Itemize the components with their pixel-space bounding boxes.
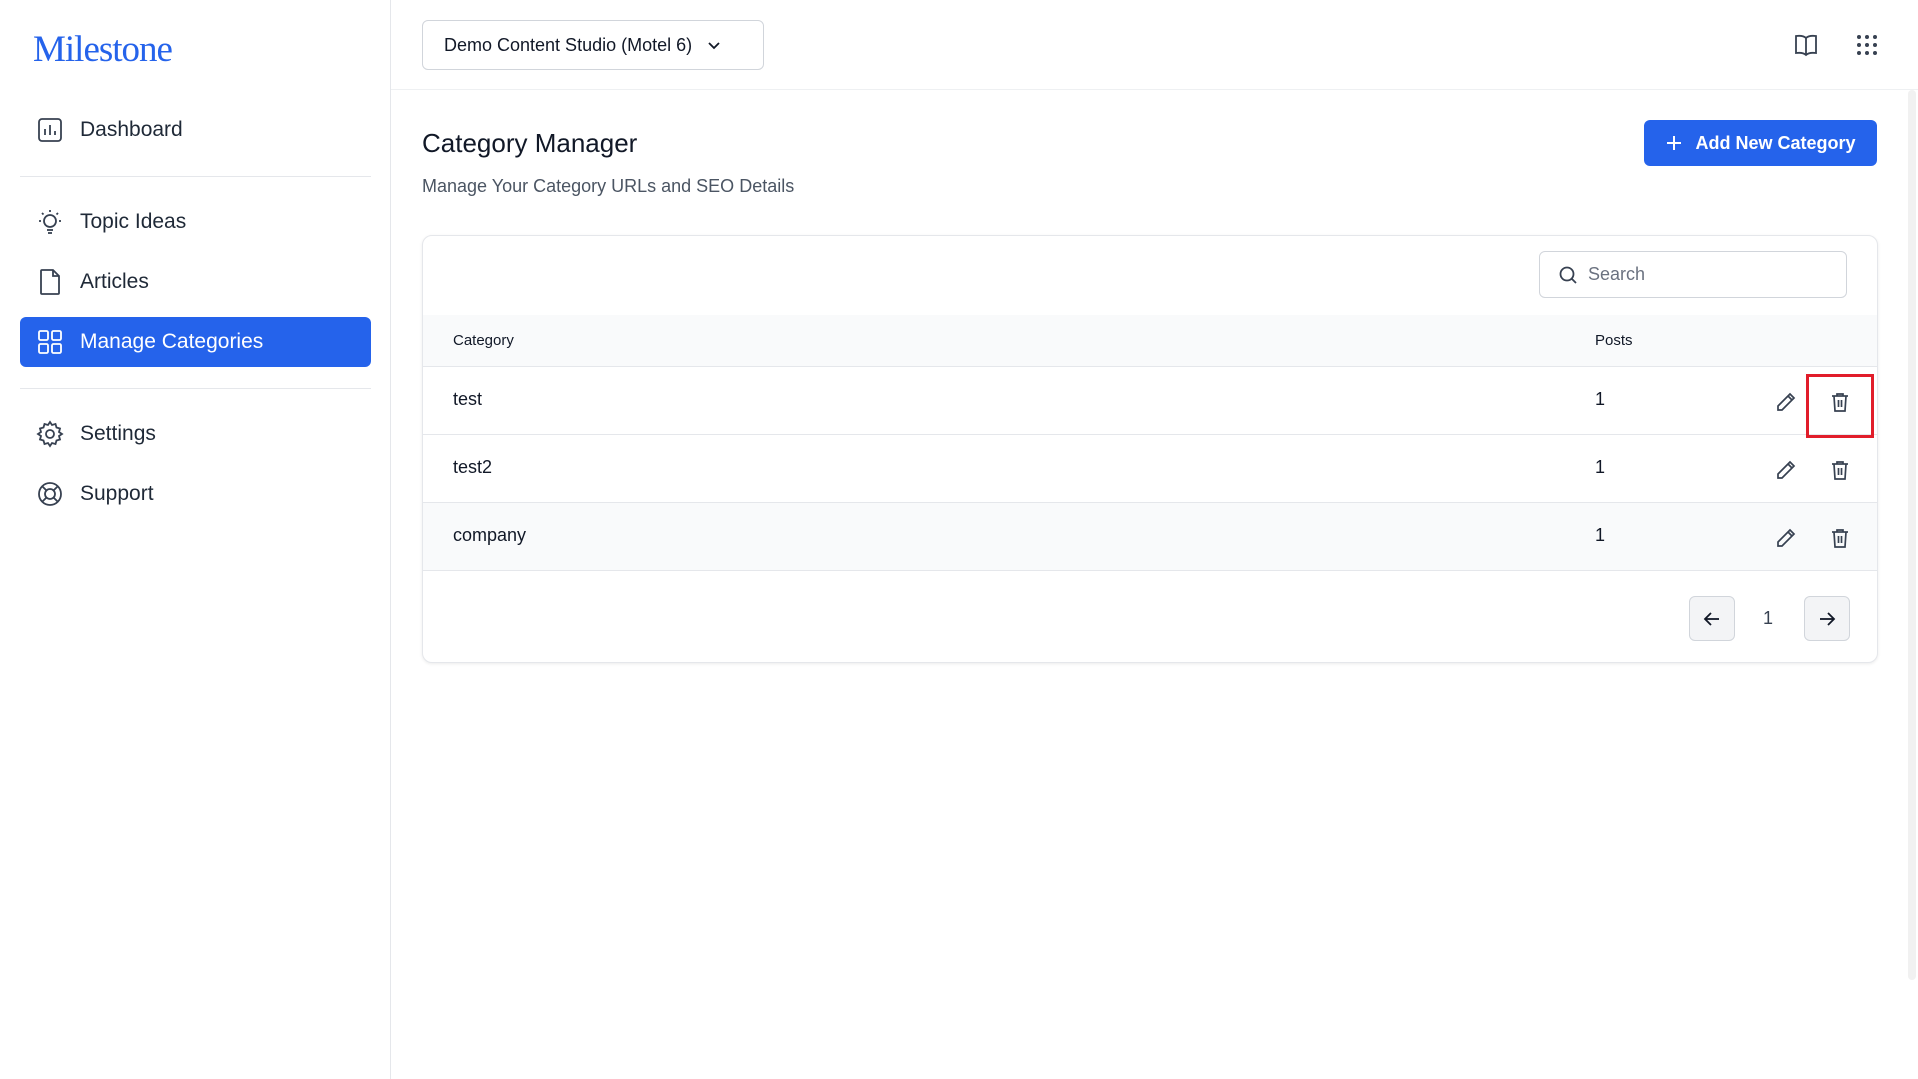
posts-count: 1 <box>1595 525 1606 545</box>
sidebar-divider <box>20 388 371 389</box>
search-input[interactable] <box>1588 264 1828 285</box>
gear-icon <box>36 420 64 448</box>
book-icon[interactable] <box>1791 30 1821 60</box>
trash-icon[interactable] <box>1827 525 1853 551</box>
sidebar-item-settings[interactable]: Settings <box>20 409 371 459</box>
column-header-category: Category <box>453 332 514 349</box>
posts-count: 1 <box>1595 457 1606 477</box>
sidebar-item-support[interactable]: Support <box>20 469 371 519</box>
top-header: Demo Content Studio (Motel 6) <box>391 0 1918 90</box>
pagination-page-number[interactable]: 1 <box>1745 596 1791 641</box>
search-box[interactable] <box>1539 251 1847 298</box>
pencil-icon[interactable] <box>1773 457 1799 483</box>
sidebar-item-label: Support <box>80 482 154 505</box>
sidebar-item-label: Articles <box>80 270 149 293</box>
category-name: test2 <box>453 457 493 477</box>
sidebar-item-label: Manage Categories <box>80 330 264 353</box>
sidebar-divider <box>20 176 371 177</box>
page-scrollbar[interactable] <box>1908 90 1916 980</box>
delete-highlight-box <box>1806 374 1874 438</box>
app-logo[interactable]: Milestone <box>33 28 173 71</box>
category-table-card: Category Posts test 1 test2 1 company 1 <box>422 235 1878 663</box>
table-row: company 1 <box>423 503 1877 571</box>
chart-icon <box>36 116 64 144</box>
table-header: Category Posts <box>423 315 1877 367</box>
pencil-icon[interactable] <box>1773 389 1799 415</box>
lifebuoy-icon <box>36 480 64 508</box>
arrow-right-icon <box>1817 609 1837 629</box>
table-row: test 1 <box>423 367 1877 435</box>
apps-grid-icon[interactable] <box>1852 30 1882 60</box>
document-icon <box>36 268 64 296</box>
sidebar-item-label: Dashboard <box>80 118 183 141</box>
posts-count: 1 <box>1595 389 1606 409</box>
lightbulb-icon <box>36 208 64 236</box>
pagination-next-button[interactable] <box>1804 596 1850 641</box>
sidebar-item-articles[interactable]: Articles <box>20 257 371 307</box>
pencil-icon[interactable] <box>1773 525 1799 551</box>
trash-icon[interactable] <box>1827 457 1853 483</box>
add-new-category-label: Add New Category <box>1695 132 1856 153</box>
add-new-category-button[interactable]: Add New Category <box>1644 120 1877 166</box>
sidebar-item-manage-categories[interactable]: Manage Categories <box>20 317 371 367</box>
category-name: test <box>453 389 483 409</box>
page-title: Category Manager <box>422 128 638 158</box>
sidebar-item-topic-ideas[interactable]: Topic Ideas <box>20 197 371 247</box>
sidebar-item-label: Topic Ideas <box>80 210 187 233</box>
page-subtitle: Manage Your Category URLs and SEO Detail… <box>422 176 795 196</box>
plus-icon <box>1665 134 1683 152</box>
chevron-down-icon <box>706 37 722 53</box>
studio-select-value: Demo Content Studio (Motel 6) <box>444 34 693 55</box>
arrow-left-icon <box>1702 609 1722 629</box>
sidebar-item-label: Settings <box>80 422 156 445</box>
grid-icon <box>36 328 64 356</box>
sidebar-item-dashboard[interactable]: Dashboard <box>20 105 371 155</box>
table-row: test2 1 <box>423 435 1877 503</box>
column-header-posts: Posts <box>1595 332 1633 349</box>
category-name: company <box>453 525 527 545</box>
sidebar: Milestone Dashboard Topic Ideas Articles… <box>0 0 391 1079</box>
studio-select[interactable]: Demo Content Studio (Motel 6) <box>422 20 764 70</box>
search-icon <box>1558 265 1578 285</box>
pagination-prev-button[interactable] <box>1689 596 1735 641</box>
